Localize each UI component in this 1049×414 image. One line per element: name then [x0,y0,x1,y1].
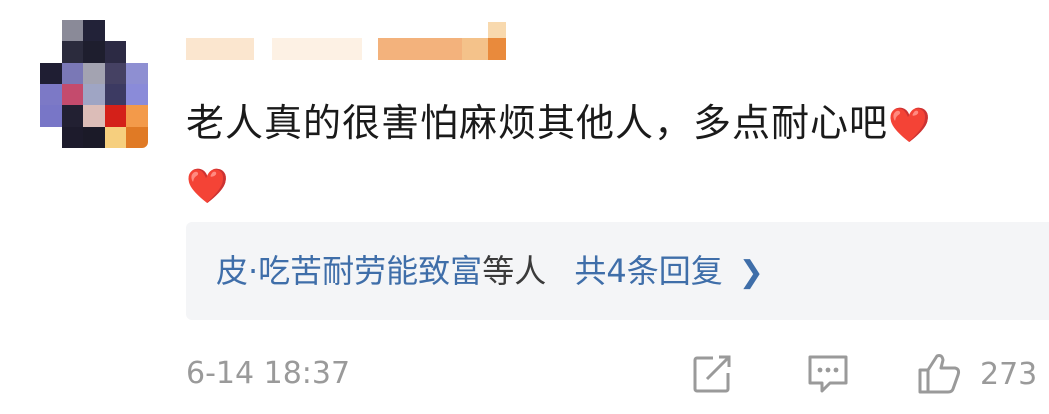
red-heart-icon: ❤️ [888,105,932,146]
timestamp: 6-14 18:37 [186,356,351,391]
share-button[interactable] [691,352,733,396]
comment-text: 老人真的很害怕麻烦其他人，多点耐心吧❤️ ❤️ [186,94,1036,215]
reply-user-names[interactable]: 皮·吃苦耐劳能致富 [216,252,482,290]
comment-icon [808,355,848,393]
replies-preview[interactable]: 皮·吃苦耐劳能致富等人 共4条回复 ❯ [186,222,1049,320]
reply-suffix: 等人 [482,252,547,290]
like-count: 273 [980,356,1038,392]
comment-button[interactable] [806,352,850,396]
reply-count-link[interactable]: 共4条回复 [574,252,722,290]
red-heart-icon: ❤️ [186,166,230,206]
chevron-right-icon: ❯ [738,255,764,290]
avatar[interactable] [40,20,148,148]
comment-body: 老人真的很害怕麻烦其他人，多点耐心吧 [186,101,889,145]
share-icon [693,355,731,393]
like-button[interactable]: 273 [916,352,1037,396]
username-blurred[interactable] [186,20,506,66]
thumbs-up-icon [918,354,961,394]
comment-footer: 6-14 18:37 273 [186,352,1049,400]
